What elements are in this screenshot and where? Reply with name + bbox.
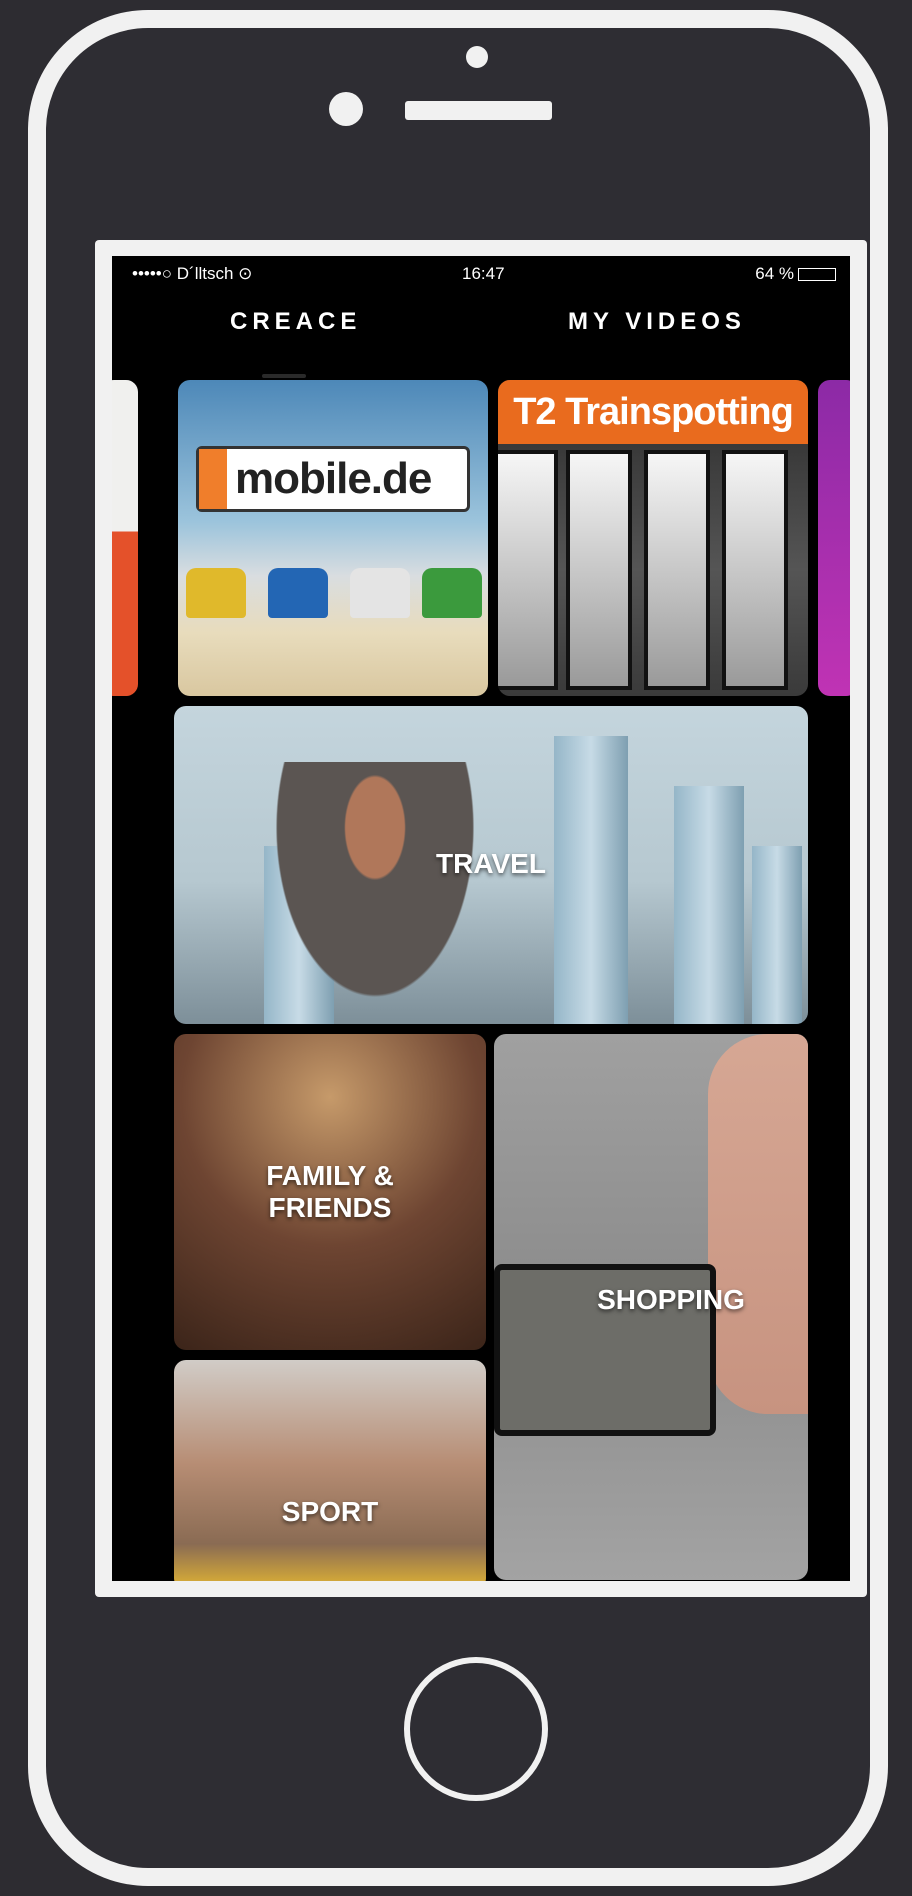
carrier-label: •••••○ D´lltsch ⊙ <box>132 264 253 283</box>
tab-bar: CREACE MY VIDEOS <box>112 308 850 352</box>
tab-create[interactable]: CREACE <box>230 308 361 336</box>
carousel-tile-partial-right[interactable] <box>818 380 850 696</box>
status-bar: •••••○ D´lltsch ⊙ 16:47 64 % <box>112 256 850 286</box>
category-tile-travel[interactable]: TRAVEL <box>174 706 808 1024</box>
family-friends-label: FAMILY & FRIENDS <box>266 1160 394 1224</box>
car-door-white <box>350 568 410 618</box>
battery-percent: 64 % <box>755 264 794 283</box>
speaker-grille-icon <box>405 101 552 120</box>
car-door-green <box>422 568 482 618</box>
home-button[interactable] <box>404 1657 548 1801</box>
mobile-de-logo: mobile.de <box>196 446 470 512</box>
front-camera-icon <box>329 92 363 126</box>
t2-title: T2 Trainspotting <box>498 380 808 444</box>
sport-label: SPORT <box>281 1496 379 1527</box>
clock: 16:47 <box>462 264 505 283</box>
category-tile-family-friends[interactable]: FAMILY & FRIENDS <box>174 1034 486 1350</box>
carousel-tile-partial-left[interactable] <box>112 380 138 696</box>
travel-label: TRAVEL <box>436 848 546 879</box>
tab-my-videos[interactable]: MY VIDEOS <box>568 308 746 336</box>
category-tile-sport[interactable]: SPORT <box>174 1360 486 1581</box>
app-screen: •••••○ D´lltsch ⊙ 16:47 64 % CREACE MY V… <box>112 256 850 1581</box>
carousel-tile-t2-trainspotting[interactable]: T2 Trainspotting <box>498 380 808 696</box>
car-door-blue <box>268 568 328 618</box>
shopping-label: SHOPPING <box>597 1284 745 1315</box>
car-door-yellow <box>186 568 246 618</box>
proximity-sensor-icon <box>466 46 488 68</box>
category-tile-shopping[interactable]: SHOPPING <box>494 1034 808 1580</box>
carousel-tile-mobile-de[interactable]: mobile.de <box>178 380 488 696</box>
battery-icon <box>798 267 836 281</box>
tab-indicator <box>262 374 306 378</box>
battery-status: 64 % <box>755 264 836 284</box>
